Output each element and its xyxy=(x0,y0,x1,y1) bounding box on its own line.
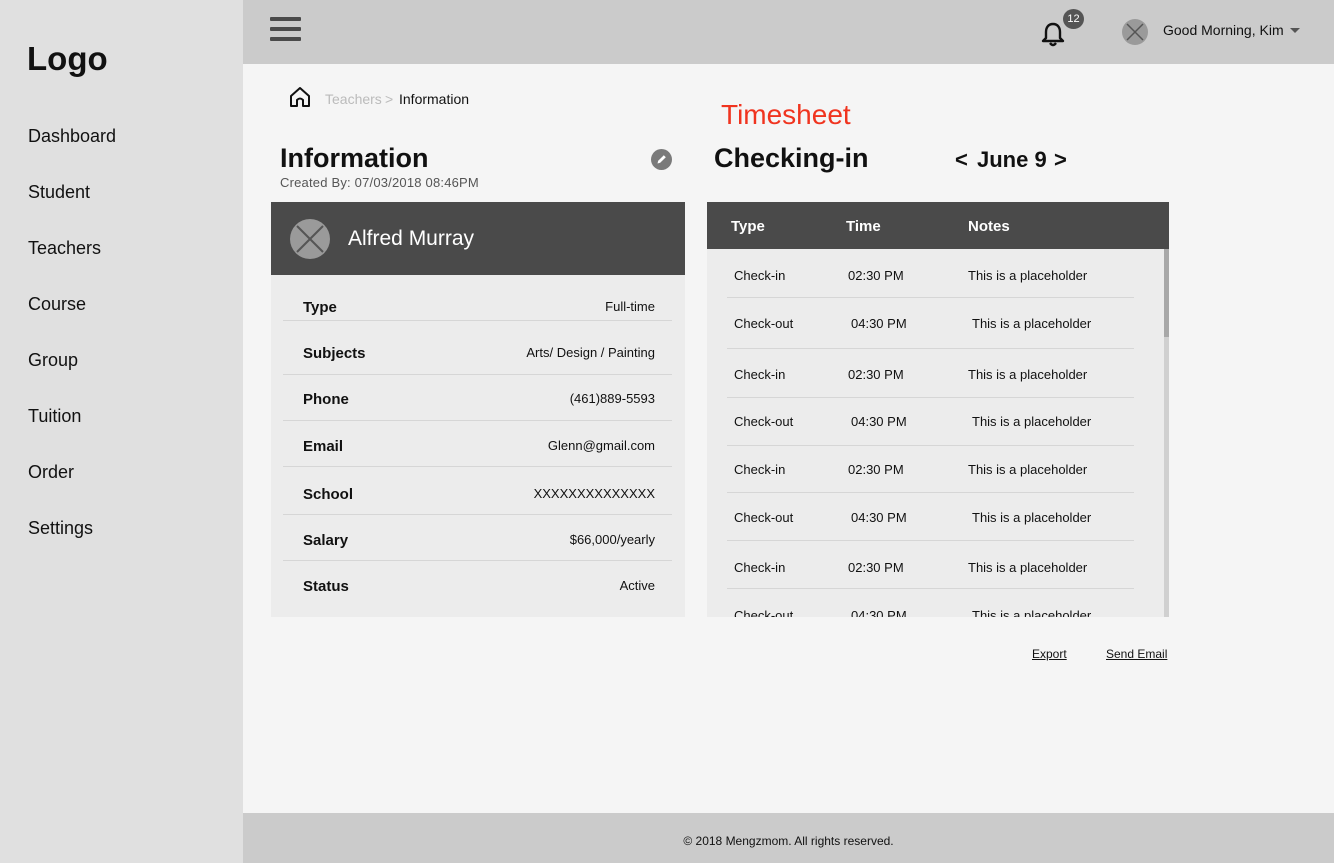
logo: Logo xyxy=(27,40,108,77)
row-time: 04:30 PM xyxy=(851,608,907,617)
info-row-email: Email Glenn@gmail.com xyxy=(283,421,672,467)
table-row[interactable]: Check-out 04:30 PM This is a placeholder xyxy=(727,589,1134,617)
timesheet-scrollbar[interactable] xyxy=(1164,249,1169,617)
row-note: This is a placeholder xyxy=(968,560,1088,575)
info-row-type: Type Full-time xyxy=(283,275,672,321)
hamburger-menu-icon[interactable] xyxy=(270,17,301,42)
info-label: Subjects xyxy=(303,345,366,362)
next-date-button[interactable]: > xyxy=(1054,147,1067,173)
info-value: XXXXXXXXXXXXXX xyxy=(533,486,655,501)
teacher-name: Alfred Murray xyxy=(348,227,475,250)
sidebar: Logo Dashboard Student Teachers Course G… xyxy=(0,0,243,863)
column-header-time: Time xyxy=(846,218,881,235)
teacher-info-list: Type Full-time Subjects Arts/ Design / P… xyxy=(271,275,685,617)
column-header-type: Type xyxy=(731,218,765,235)
teacher-card-header: Alfred Murray xyxy=(271,202,685,275)
row-type: Check-in xyxy=(734,560,786,575)
table-row[interactable]: Check-out 04:30 PM This is a placeholder xyxy=(727,398,1134,446)
row-time: 02:30 PM xyxy=(848,367,904,382)
table-row[interactable]: Check-in 02:30 PM This is a placeholder xyxy=(727,249,1134,298)
sidebar-item-tuition[interactable]: Tuition xyxy=(28,406,116,462)
row-note: This is a placeholder xyxy=(972,414,1092,429)
sidebar-item-dashboard[interactable]: Dashboard xyxy=(28,126,116,182)
table-row[interactable]: Check-in 02:30 PM This is a placeholder xyxy=(727,349,1134,398)
top-bar: 12 Good Morning, Kim xyxy=(243,0,1334,64)
info-row-subjects: Subjects Arts/ Design / Painting xyxy=(283,329,672,375)
sidebar-item-teachers[interactable]: Teachers xyxy=(28,238,116,294)
row-type: Check-in xyxy=(734,367,786,382)
info-label: Type xyxy=(303,299,337,316)
send-email-link[interactable]: Send Email xyxy=(1106,647,1167,661)
table-row[interactable]: Check-in 02:30 PM This is a placeholder xyxy=(727,446,1134,493)
user-avatar[interactable] xyxy=(1122,19,1148,45)
user-greeting[interactable]: Good Morning, Kim xyxy=(1163,22,1284,38)
breadcrumb-separator: > xyxy=(385,91,394,107)
info-label: Salary xyxy=(303,532,349,549)
row-type: Check-out xyxy=(734,316,794,331)
footer: © 2018 Mengzmom. All rights reserved. xyxy=(243,813,1334,863)
current-date: June 9 xyxy=(977,147,1047,172)
row-note: This is a placeholder xyxy=(968,367,1088,382)
row-time: 02:30 PM xyxy=(848,268,904,283)
timesheet-table-body: Check-in 02:30 PM This is a placeholder … xyxy=(707,249,1169,617)
breadcrumb-current: Information xyxy=(399,91,470,107)
sidebar-item-group[interactable]: Group xyxy=(28,350,116,406)
info-value: Active xyxy=(619,578,655,593)
bell-icon[interactable] xyxy=(1040,20,1066,48)
info-label: School xyxy=(303,486,354,503)
info-value: Glenn@gmail.com xyxy=(547,438,655,453)
row-type: Check-in xyxy=(734,462,786,477)
timesheet-annotation: Timesheet xyxy=(721,99,851,130)
info-value: (461)889-5593 xyxy=(569,391,655,406)
table-row[interactable]: Check-out 04:30 PM This is a placeholder xyxy=(727,493,1134,541)
info-label: Phone xyxy=(303,391,349,408)
checkin-title: Checking-in xyxy=(714,143,869,173)
home-icon[interactable] xyxy=(289,86,311,108)
info-value: Arts/ Design / Painting xyxy=(526,345,655,360)
row-note: This is a placeholder xyxy=(972,316,1092,331)
sidebar-item-settings[interactable]: Settings xyxy=(28,518,116,574)
info-label: Status xyxy=(303,578,349,595)
row-time: 02:30 PM xyxy=(848,462,904,477)
row-note: This is a placeholder xyxy=(968,462,1088,477)
row-note: This is a placeholder xyxy=(972,510,1092,525)
table-row[interactable]: Check-in 02:30 PM This is a placeholder xyxy=(727,541,1134,589)
edit-icon[interactable] xyxy=(651,149,672,170)
previous-date-button[interactable]: < xyxy=(955,147,968,173)
notification-badge: 12 xyxy=(1063,9,1084,29)
info-row-status: Status Active xyxy=(283,562,672,608)
info-value: Full-time xyxy=(605,299,655,314)
column-header-notes: Notes xyxy=(968,218,1010,235)
sidebar-item-student[interactable]: Student xyxy=(28,182,116,238)
sidebar-item-order[interactable]: Order xyxy=(28,462,116,518)
sidebar-item-course[interactable]: Course xyxy=(28,294,116,350)
export-link[interactable]: Export xyxy=(1032,647,1067,661)
sidebar-nav: Dashboard Student Teachers Course Group … xyxy=(28,126,116,574)
row-type: Check-out xyxy=(734,510,794,525)
info-label: Email xyxy=(303,438,344,455)
caret-down-icon[interactable] xyxy=(1290,28,1300,33)
created-by-text: Created By: 07/03/2018 08:46PM xyxy=(280,175,479,190)
info-value: $66,000/yearly xyxy=(569,532,655,547)
row-type: Check-in xyxy=(734,268,786,283)
info-row-phone: Phone (461)889-5593 xyxy=(283,375,672,421)
info-row-school: School XXXXXXXXXXXXXX xyxy=(283,469,672,515)
table-row[interactable]: Check-out 04:30 PM This is a placeholder xyxy=(727,298,1134,349)
row-time: 04:30 PM xyxy=(851,414,907,429)
row-note: This is a placeholder xyxy=(972,608,1092,617)
copyright-text: © 2018 Mengzmom. All rights reserved. xyxy=(683,834,894,848)
info-row-salary: Salary $66,000/yearly xyxy=(283,515,672,561)
breadcrumb-teachers[interactable]: Teachers xyxy=(325,91,382,107)
teacher-avatar xyxy=(290,219,330,259)
information-title: Information xyxy=(280,143,429,173)
row-type: Check-out xyxy=(734,608,794,617)
row-time: 02:30 PM xyxy=(848,560,904,575)
row-time: 04:30 PM xyxy=(851,510,907,525)
row-type: Check-out xyxy=(734,414,794,429)
timesheet-table-header: Type Time Notes xyxy=(707,202,1169,249)
row-note: This is a placeholder xyxy=(968,268,1088,283)
row-time: 04:30 PM xyxy=(851,316,907,331)
scrollbar-thumb[interactable] xyxy=(1164,249,1169,337)
